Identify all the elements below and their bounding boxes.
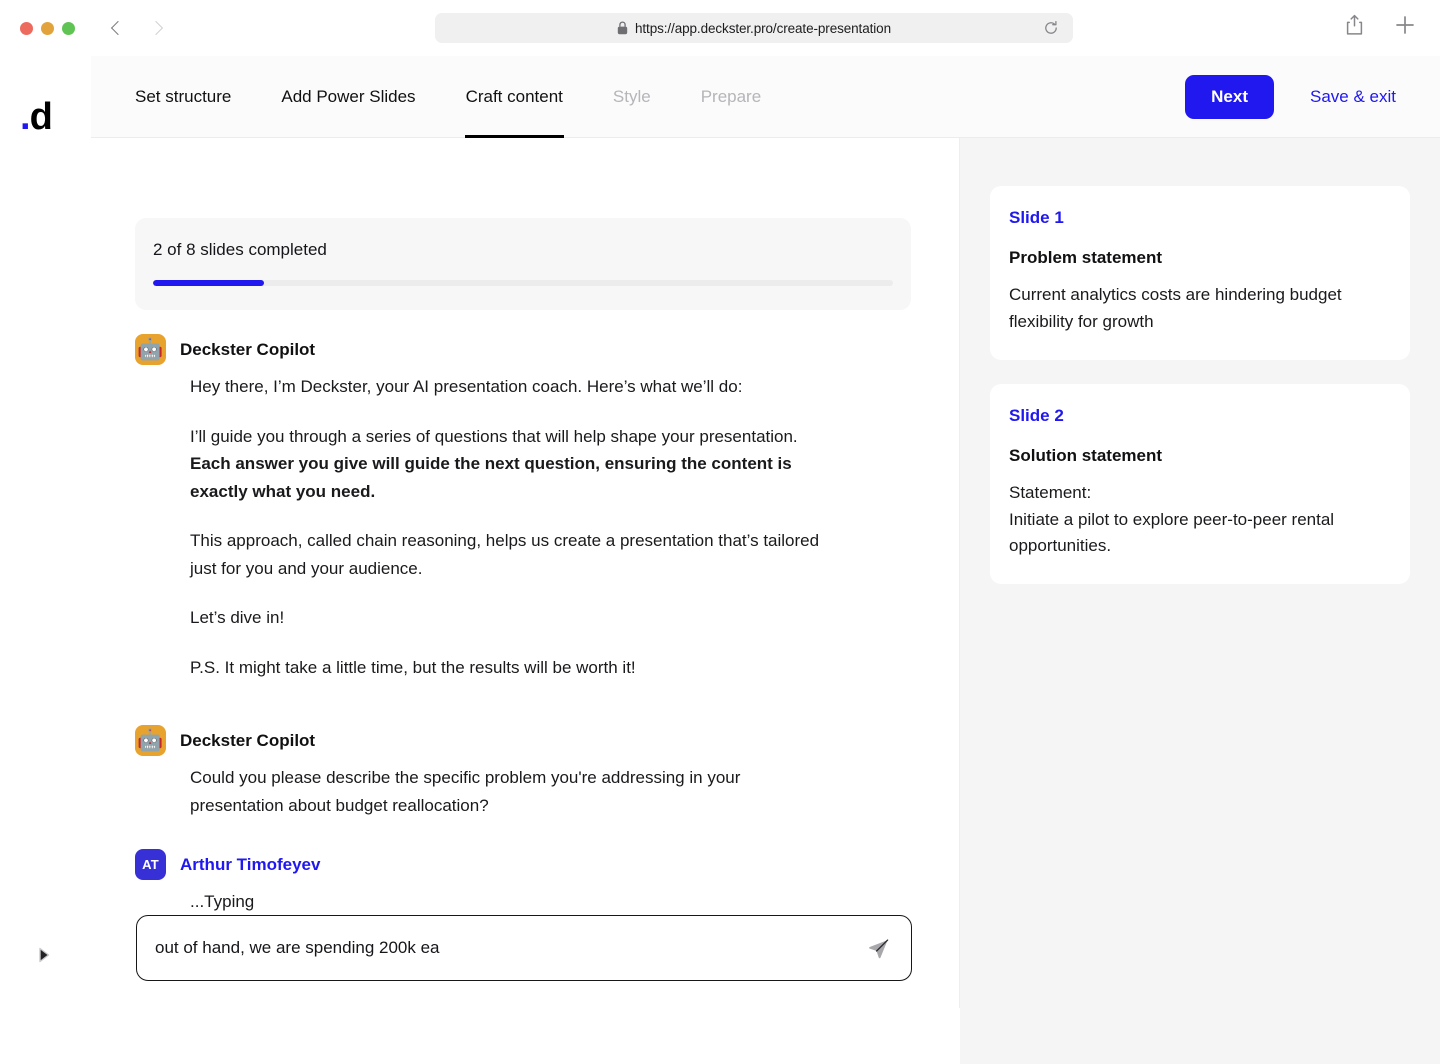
message-body: Could you please describe the specific p… bbox=[190, 764, 830, 819]
slide-index-label: Slide 2 bbox=[1009, 405, 1064, 425]
logo-letter: d bbox=[29, 96, 53, 138]
minimize-window-button[interactable] bbox=[41, 21, 54, 35]
wizard-steps: Set structure Add Power Slides Craft con… bbox=[135, 56, 786, 138]
tab-craft-content[interactable]: Craft content bbox=[441, 56, 588, 138]
browser-navigation bbox=[108, 19, 166, 37]
send-paper-plane-icon bbox=[868, 938, 888, 958]
message-body: Hey there, I’m Deckster, your AI present… bbox=[190, 373, 830, 681]
send-button[interactable] bbox=[863, 933, 893, 963]
message-paragraph: I’ll guide you through a series of quest… bbox=[190, 423, 830, 506]
message-paragraph: Hey there, I’m Deckster, your AI present… bbox=[190, 377, 743, 396]
close-window-button[interactable] bbox=[20, 21, 33, 35]
logo-dot: . bbox=[20, 96, 31, 138]
new-tab-plus-icon[interactable] bbox=[1394, 14, 1416, 41]
robot-avatar: 🤖 bbox=[135, 334, 166, 365]
app-shell: .d Set structure Add Power Slides Craft … bbox=[0, 56, 1440, 1064]
slide-body-text: Current analytics costs are hindering bu… bbox=[1009, 285, 1342, 331]
message-input[interactable] bbox=[155, 938, 863, 958]
progress-bar-fill bbox=[153, 280, 264, 286]
tab-label: Set structure bbox=[135, 87, 232, 106]
message-sender-name: Deckster Copilot bbox=[180, 730, 316, 750]
typing-status: ...Typing bbox=[190, 892, 255, 912]
window-traffic-lights bbox=[20, 21, 75, 35]
slide-body-text: Statement: Initiate a pilot to explore p… bbox=[1009, 482, 1335, 556]
message-paragraph: P.S. It might take a little time, but th… bbox=[190, 657, 636, 677]
topbar-actions: Next Save & exit bbox=[1185, 56, 1396, 138]
message-paragraph: This approach, called chain reasoning, h… bbox=[190, 531, 820, 578]
logo-rail: .d bbox=[0, 56, 91, 1008]
tab-set-structure[interactable]: Set structure bbox=[135, 56, 256, 138]
maximize-window-button[interactable] bbox=[62, 21, 75, 35]
address-bar[interactable]: https://app.deckster.pro/create-presenta… bbox=[435, 13, 1073, 43]
user-initials: AT bbox=[142, 857, 159, 873]
message-sender-name: Arthur Timofeyev bbox=[180, 854, 321, 874]
message-user: AT Arthur Timofeyev ...Typing bbox=[135, 849, 925, 916]
slides-preview-panel: Slide 1 Problem statement Current analyt… bbox=[960, 138, 1440, 1064]
slide-index-label: Slide 1 bbox=[1009, 208, 1064, 227]
robot-avatar: 🤖 bbox=[135, 725, 166, 757]
robot-icon: 🤖 bbox=[137, 729, 164, 753]
share-icon[interactable] bbox=[1345, 14, 1364, 41]
next-button[interactable]: Next bbox=[1185, 75, 1274, 119]
wizard-topbar: Set structure Add Power Slides Craft con… bbox=[91, 56, 1440, 138]
message-header: 🤖 Deckster Copilot bbox=[135, 334, 925, 365]
tab-label: Add Power Slides bbox=[281, 87, 416, 106]
browser-chrome: https://app.deckster.pro/create-presenta… bbox=[0, 0, 1440, 56]
message-bot-question: 🤖 Deckster Copilot Could you please desc… bbox=[135, 725, 925, 819]
slide-card[interactable]: Slide 1 Problem statement Current analyt… bbox=[990, 186, 1410, 360]
message-header: AT Arthur Timofeyev bbox=[135, 849, 925, 881]
forward-arrow-icon[interactable] bbox=[148, 19, 166, 37]
progress-label: 2 of 8 slides completed bbox=[153, 240, 327, 259]
reload-icon[interactable] bbox=[1043, 20, 1059, 36]
lock-icon bbox=[617, 21, 628, 35]
message-paragraph: Could you please describe the specific p… bbox=[190, 768, 741, 815]
user-avatar: AT bbox=[135, 849, 166, 881]
tab-label: Craft content bbox=[465, 87, 563, 106]
paragraph-emphasis: Each answer you give will guide the next… bbox=[190, 454, 792, 501]
message-sender-name: Deckster Copilot bbox=[180, 339, 316, 359]
expand-sidebar-icon[interactable] bbox=[36, 944, 54, 966]
message-header: 🤖 Deckster Copilot bbox=[135, 725, 925, 757]
save-and-exit-link[interactable]: Save & exit bbox=[1310, 87, 1396, 107]
slide-title: Solution statement bbox=[1009, 445, 1163, 465]
tab-prepare[interactable]: Prepare bbox=[676, 56, 786, 138]
robot-icon: 🤖 bbox=[137, 338, 164, 361]
tab-style[interactable]: Style bbox=[588, 56, 676, 138]
progress-bar-track bbox=[153, 280, 893, 286]
message-paragraph: Let’s dive in! bbox=[190, 608, 285, 628]
message-composer[interactable] bbox=[136, 915, 912, 981]
browser-toolbar-right bbox=[1345, 14, 1416, 41]
chat-panel: 2 of 8 slides completed 🤖 Deckster Copil… bbox=[91, 138, 960, 1008]
back-arrow-icon[interactable] bbox=[108, 19, 126, 37]
tab-add-power-slides[interactable]: Add Power Slides bbox=[256, 56, 440, 138]
message-bot-intro: 🤖 Deckster Copilot Hey there, I’m Deckst… bbox=[135, 334, 925, 681]
tab-label: Prepare bbox=[700, 87, 762, 106]
deckster-logo[interactable]: .d bbox=[20, 96, 53, 138]
tab-label: Style bbox=[612, 87, 651, 106]
paragraph-lead: I’ll guide you through a series of quest… bbox=[190, 426, 798, 446]
slide-card[interactable]: Slide 2 Solution statement Statement: In… bbox=[990, 383, 1410, 585]
address-bar-url: https://app.deckster.pro/create-presenta… bbox=[634, 20, 891, 36]
progress-card: 2 of 8 slides completed bbox=[135, 218, 911, 310]
slide-title: Problem statement bbox=[1009, 248, 1163, 267]
message-list: 🤖 Deckster Copilot Hey there, I’m Deckst… bbox=[135, 334, 925, 920]
